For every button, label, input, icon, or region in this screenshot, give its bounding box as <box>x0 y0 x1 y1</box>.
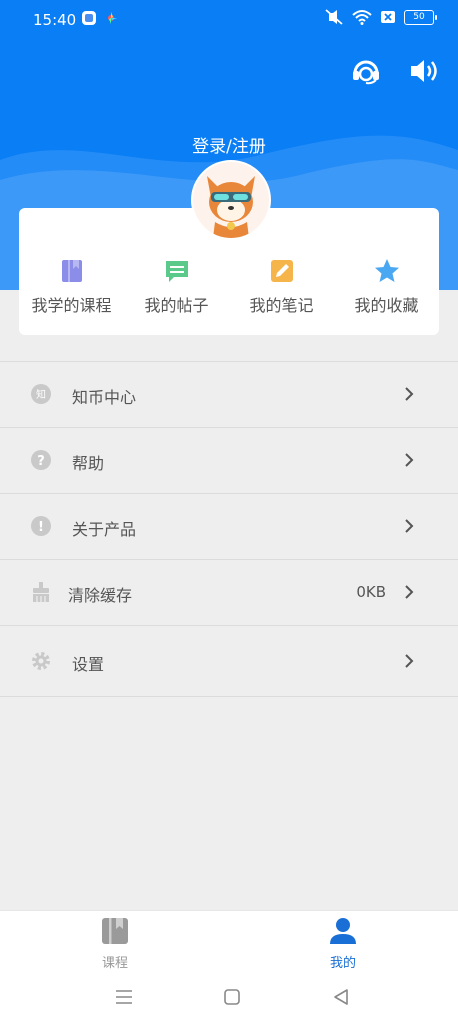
menu-item-help[interactable]: ? 帮助 <box>0 428 458 494</box>
tab-label: 课程 <box>101 956 128 971</box>
shortcut-my-favorites[interactable]: 我的收藏 <box>334 258 439 316</box>
shiba-avatar-icon <box>207 176 255 238</box>
wifi-icon <box>352 10 372 25</box>
battery-indicator: 50 <box>404 9 437 25</box>
star-icon <box>374 259 399 282</box>
menu-item-label: 帮助 <box>72 454 105 473</box>
speaker-icon[interactable] <box>408 56 440 86</box>
shortcut-label: 我学的课程 <box>31 296 112 315</box>
shortcut-label: 我的笔记 <box>249 296 314 315</box>
settings-menu: 知 知币中心 ? 帮助 ! 关于产品 清除缓存 0KB 设置 <box>0 361 458 697</box>
help-icon: ? <box>31 450 51 470</box>
tab-mine[interactable]: 我的 <box>303 916 383 971</box>
chat-bubble-icon <box>165 261 188 282</box>
menu-item-coin-center[interactable]: 知 知币中心 <box>0 362 458 428</box>
svg-text:!: ! <box>38 520 44 535</box>
gear-icon <box>32 652 50 670</box>
shortcut-label: 我的帖子 <box>144 296 209 315</box>
chevron-right-icon <box>405 387 414 401</box>
chevron-right-icon <box>405 453 414 467</box>
home-icon[interactable] <box>222 988 242 1006</box>
note-pencil-icon <box>270 260 293 282</box>
status-time: 15:40 <box>33 11 77 29</box>
profile-tab-icon <box>330 918 356 944</box>
headset-icon[interactable] <box>350 56 382 86</box>
tab-courses[interactable]: 课程 <box>75 916 155 971</box>
menu-item-label: 设置 <box>72 655 105 674</box>
chevron-right-icon <box>405 585 414 599</box>
chevron-right-icon <box>405 654 414 668</box>
course-tab-icon <box>102 918 128 944</box>
cache-size-value: 0KB <box>356 583 386 601</box>
tab-label: 我的 <box>329 956 356 971</box>
back-icon[interactable] <box>331 988 351 1006</box>
menu-item-about[interactable]: ! 关于产品 <box>0 494 458 560</box>
broom-icon <box>33 582 49 602</box>
menu-item-clear-cache[interactable]: 清除缓存 0KB <box>0 560 458 626</box>
status-bar: 15:40 50 <box>0 0 458 40</box>
menu-icon[interactable] <box>114 988 134 1006</box>
course-book-icon <box>61 260 82 282</box>
shortcut-my-posts[interactable]: 我的帖子 <box>124 258 229 316</box>
shortcut-my-courses[interactable]: 我学的课程 <box>19 258 124 316</box>
app-notification-icon <box>82 11 96 25</box>
menu-item-label: 关于产品 <box>72 520 137 539</box>
coin-icon: 知 <box>31 384 51 404</box>
bottom-tab-bar: 课程 我的 <box>0 910 458 971</box>
svg-text:知: 知 <box>36 388 46 401</box>
sim-card-icon <box>381 11 395 23</box>
avatar[interactable] <box>191 160 271 240</box>
shortcut-label: 我的收藏 <box>354 296 419 315</box>
login-register-link[interactable]: 登录/注册 <box>0 132 458 157</box>
chevron-right-icon <box>405 519 414 533</box>
shortcut-my-notes[interactable]: 我的笔记 <box>229 258 334 316</box>
system-navigation-bar <box>0 970 458 1024</box>
svg-text:?: ? <box>37 454 45 469</box>
menu-item-label: 知币中心 <box>72 388 137 407</box>
mute-icon <box>325 9 343 25</box>
menu-item-label: 清除缓存 <box>68 586 133 605</box>
pinwheel-notification-icon <box>108 12 117 24</box>
info-icon: ! <box>31 516 51 536</box>
menu-item-settings[interactable]: 设置 <box>0 626 458 697</box>
